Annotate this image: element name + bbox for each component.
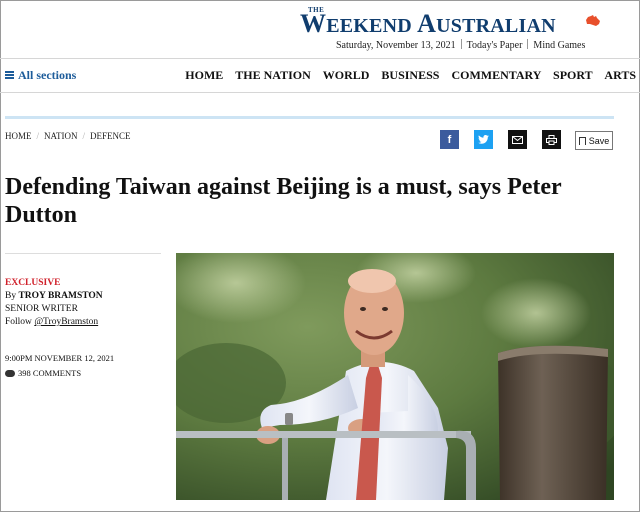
facebook-icon: f	[447, 133, 452, 146]
author-line: By TROY BRAMSTON	[5, 290, 103, 303]
breadcrumb: HOME / NATION / DEFENCE	[5, 131, 131, 141]
author-name[interactable]: TROY BRAMSTON	[18, 291, 102, 301]
kicker-label: EXCLUSIVE	[5, 278, 61, 288]
nav-world[interactable]: WORLD	[323, 68, 370, 82]
nav-the-nation[interactable]: THE NATION	[235, 68, 310, 82]
byline: EXCLUSIVE By TROY BRAMSTON SENIOR WRITER…	[5, 277, 103, 329]
main-nav: All sections HOME THE NATION WORLD BUSIN…	[0, 60, 640, 92]
nav-sport[interactable]: SPORT	[553, 68, 592, 82]
breadcrumb-home[interactable]: HOME	[5, 131, 32, 141]
breadcrumb-nation[interactable]: NATION	[44, 131, 78, 141]
envelope-icon	[512, 135, 523, 144]
all-sections-button[interactable]: All sections	[5, 68, 76, 83]
publish-time: 9:00PM NOVEMBER 12, 2021	[5, 353, 115, 363]
nav-arts[interactable]: ARTS	[604, 68, 636, 82]
all-sections-label: All sections	[18, 68, 77, 82]
author-twitter-link[interactable]: @TroyBramston	[34, 317, 98, 327]
printer-icon	[546, 134, 557, 145]
comments-link[interactable]: 398 COMMENTS	[5, 366, 114, 381]
follow-label: Follow	[5, 317, 32, 327]
save-button[interactable]: Save	[575, 131, 613, 150]
breadcrumb-defence[interactable]: DEFENCE	[90, 131, 131, 141]
menu-icon	[5, 71, 14, 79]
article-meta: 9:00PM NOVEMBER 12, 2021 398 COMMENTS	[5, 351, 114, 381]
accent-band	[5, 116, 614, 119]
article-headline: Defending Taiwan against Beijing is a mu…	[5, 174, 562, 228]
nav-business[interactable]: BUSINESS	[381, 68, 439, 82]
article-hero-image[interactable]	[176, 253, 614, 500]
mind-games-link[interactable]: Mind Games	[533, 40, 585, 51]
comments-count: 398 COMMENTS	[18, 368, 82, 378]
save-label: Save	[588, 135, 610, 146]
masthead: THE WEEKEND AUSTRALIAN Saturday, Novembe…	[0, 0, 640, 58]
nav-commentary[interactable]: COMMENTARY	[451, 68, 541, 82]
current-date: Saturday, November 13, 2021	[336, 40, 456, 51]
email-share-button[interactable]	[508, 130, 527, 149]
print-button[interactable]	[542, 130, 561, 149]
bookmark-icon	[578, 136, 586, 145]
dateline: Saturday, November 13, 2021 Today's Paper…	[336, 39, 585, 51]
twitter-share-button[interactable]	[474, 130, 493, 149]
nav-links: HOME THE NATION WORLD BUSINESS COMMENTAR…	[176, 68, 636, 83]
facebook-share-button[interactable]: f	[440, 130, 459, 149]
todays-paper-link[interactable]: Today's Paper	[467, 40, 523, 51]
by-label: By	[5, 291, 17, 301]
comment-icon	[5, 370, 15, 377]
author-role: SENIOR WRITER	[5, 304, 78, 314]
follow-line: Follow @TroyBramston	[5, 316, 103, 329]
nav-home[interactable]: HOME	[185, 68, 223, 82]
logo-wordmark: WEEKEND AUSTRALIAN	[300, 9, 556, 38]
australia-map-icon	[586, 15, 600, 26]
divider	[0, 58, 640, 59]
twitter-icon	[478, 135, 489, 144]
photo-illustration	[176, 253, 614, 500]
divider	[0, 92, 640, 93]
divider	[5, 253, 161, 254]
